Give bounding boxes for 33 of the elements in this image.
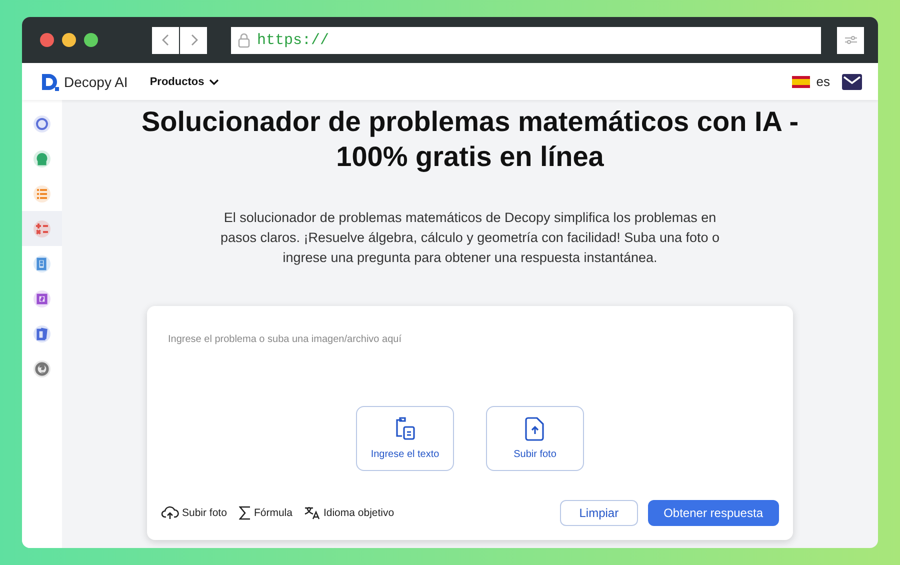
file-upload-icon [525, 417, 545, 441]
target-language-tool[interactable]: Idioma objetivo [304, 506, 394, 520]
back-button[interactable] [152, 26, 179, 54]
language-selector[interactable]: es [816, 74, 830, 89]
chevron-down-icon [209, 78, 220, 86]
sidebar-item[interactable] [22, 211, 62, 246]
lock-icon [237, 32, 251, 48]
maximize-dot[interactable] [84, 33, 98, 47]
clipboard-icon [394, 417, 416, 441]
flag-icon [792, 76, 810, 88]
clear-button[interactable]: Limpiar [560, 500, 638, 526]
minimize-dot[interactable] [62, 33, 76, 47]
cloud-upload-icon [161, 506, 179, 520]
forward-button[interactable] [180, 26, 207, 54]
sliders-icon [844, 34, 858, 46]
brand-name: Decopy AI [64, 74, 128, 90]
upload-photo-tool[interactable]: Subir foto [161, 506, 227, 520]
upload-photo-tile[interactable]: Subir foto [486, 406, 584, 471]
description: El solucionador de problemas matemáticos de Decopy simplifica los problemas en pasos claros. ¡Resuelve álgebra, cálculo y geometría con facilidad! Suba una foto o ingrese una pregunta para obtener una respuesta instantánea. [219, 209, 721, 267]
enter-text-tile[interactable]: Ingrese el texto [356, 406, 454, 471]
settings-button[interactable] [837, 26, 864, 54]
chevron-right-icon [188, 33, 198, 47]
products-menu[interactable]: Productos [144, 74, 226, 88]
close-dot[interactable] [40, 33, 54, 47]
mail-icon[interactable] [842, 74, 862, 90]
problem-input[interactable]: Ingrese el problema o suba una imagen/archivo aquí [168, 334, 779, 348]
page-title: Solucionador de problemas matemáticos con IA - 100% gratis en línea [140, 105, 800, 174]
formula-tool[interactable]: Fórmula [238, 506, 292, 520]
logo-icon [40, 72, 60, 92]
get-answer-button[interactable]: Obtener respuesta [648, 500, 779, 526]
chevron-left-icon [160, 33, 170, 47]
sigma-icon [238, 506, 251, 520]
translate-icon [304, 506, 320, 520]
